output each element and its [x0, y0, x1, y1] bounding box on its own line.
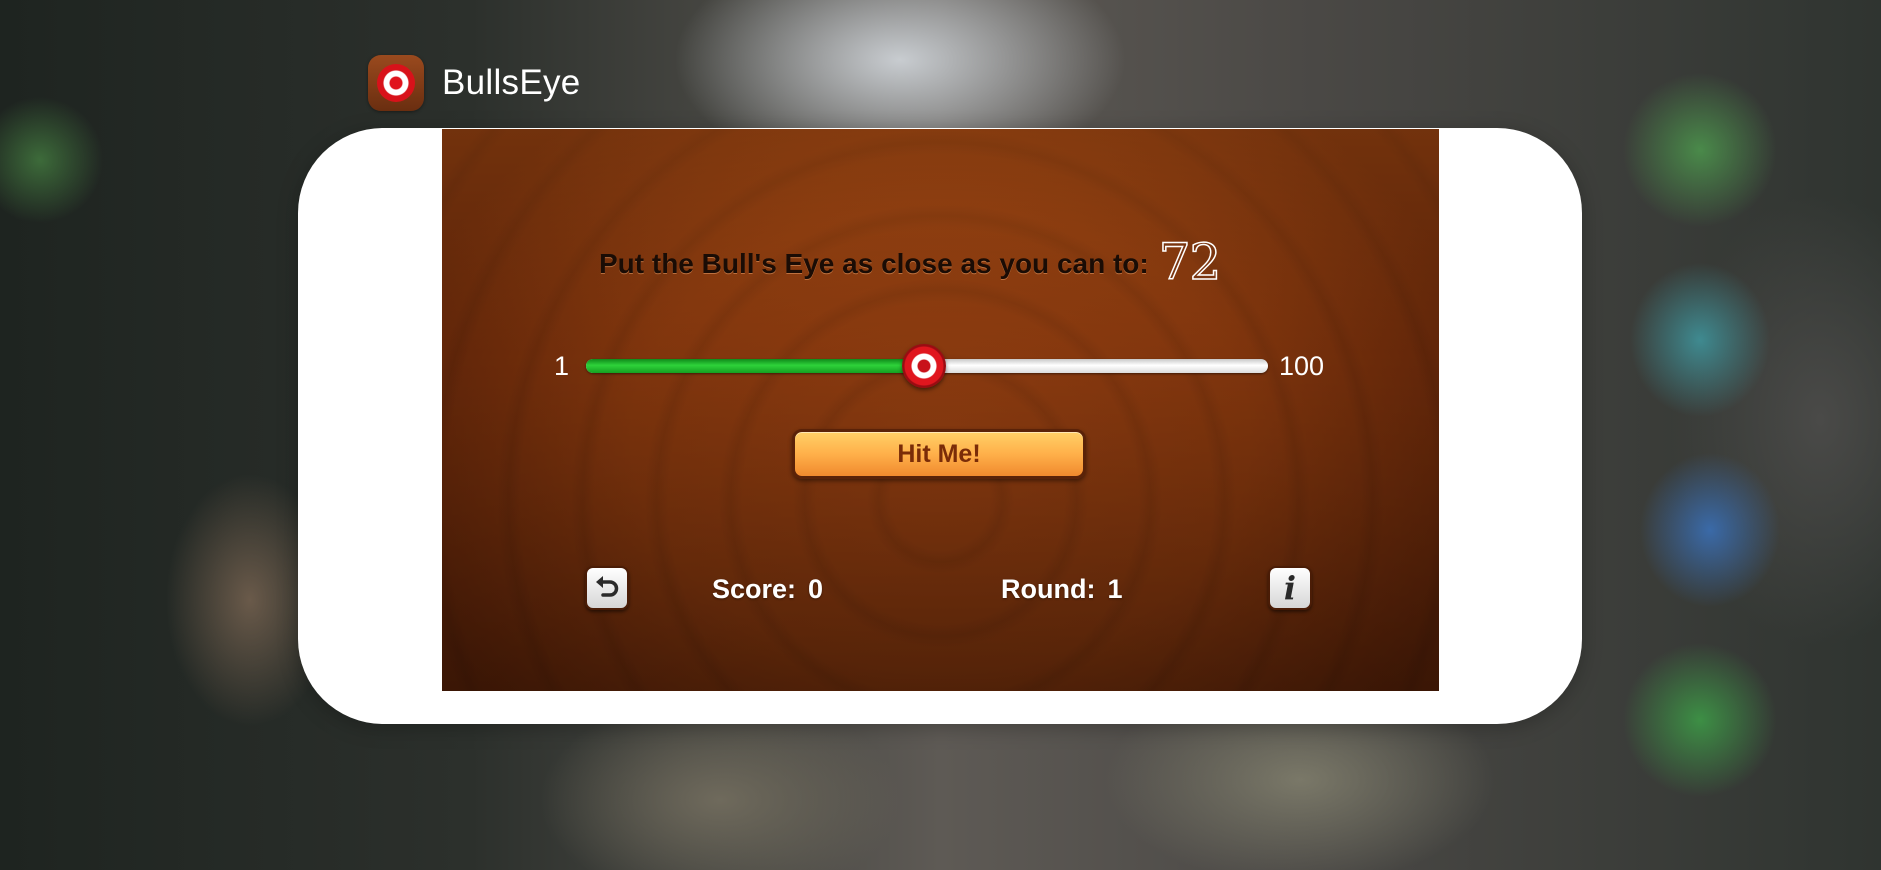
restart-icon — [596, 576, 619, 597]
score-value: 0 — [808, 573, 824, 604]
score-label: Score: — [712, 573, 797, 604]
prompt-text: Put the Bull's Eye as close as you can t… — [599, 248, 1149, 279]
app-name: BullsEye — [442, 63, 581, 102]
score-display: Score: 0 — [712, 569, 823, 609]
slider-track[interactable] — [586, 344, 1268, 388]
slider-min-label: 1 — [554, 351, 570, 381]
slider-max-label: 100 — [1279, 351, 1325, 381]
bullseye-app-icon[interactable] — [368, 55, 424, 111]
info-button[interactable]: i — [1268, 566, 1312, 610]
hit-me-button[interactable]: Hit Me! — [792, 429, 1086, 479]
round-label: Round: — [1001, 573, 1096, 604]
target-prompt: Put the Bull's Eye as close as you can t… — [599, 232, 1222, 294]
game-screen[interactable]: Put the Bull's Eye as close as you can t… — [442, 129, 1439, 691]
restart-button[interactable] — [585, 566, 629, 610]
bullseye-icon — [377, 64, 415, 102]
app-switcher-header: BullsEye — [368, 55, 581, 111]
target-value: 72 — [1158, 232, 1222, 292]
round-display: Round: 1 — [1001, 569, 1123, 609]
slider-fill — [586, 359, 924, 373]
slider-thumb[interactable] — [901, 344, 946, 388]
info-icon: i — [1283, 569, 1297, 607]
round-value: 1 — [1107, 573, 1123, 604]
